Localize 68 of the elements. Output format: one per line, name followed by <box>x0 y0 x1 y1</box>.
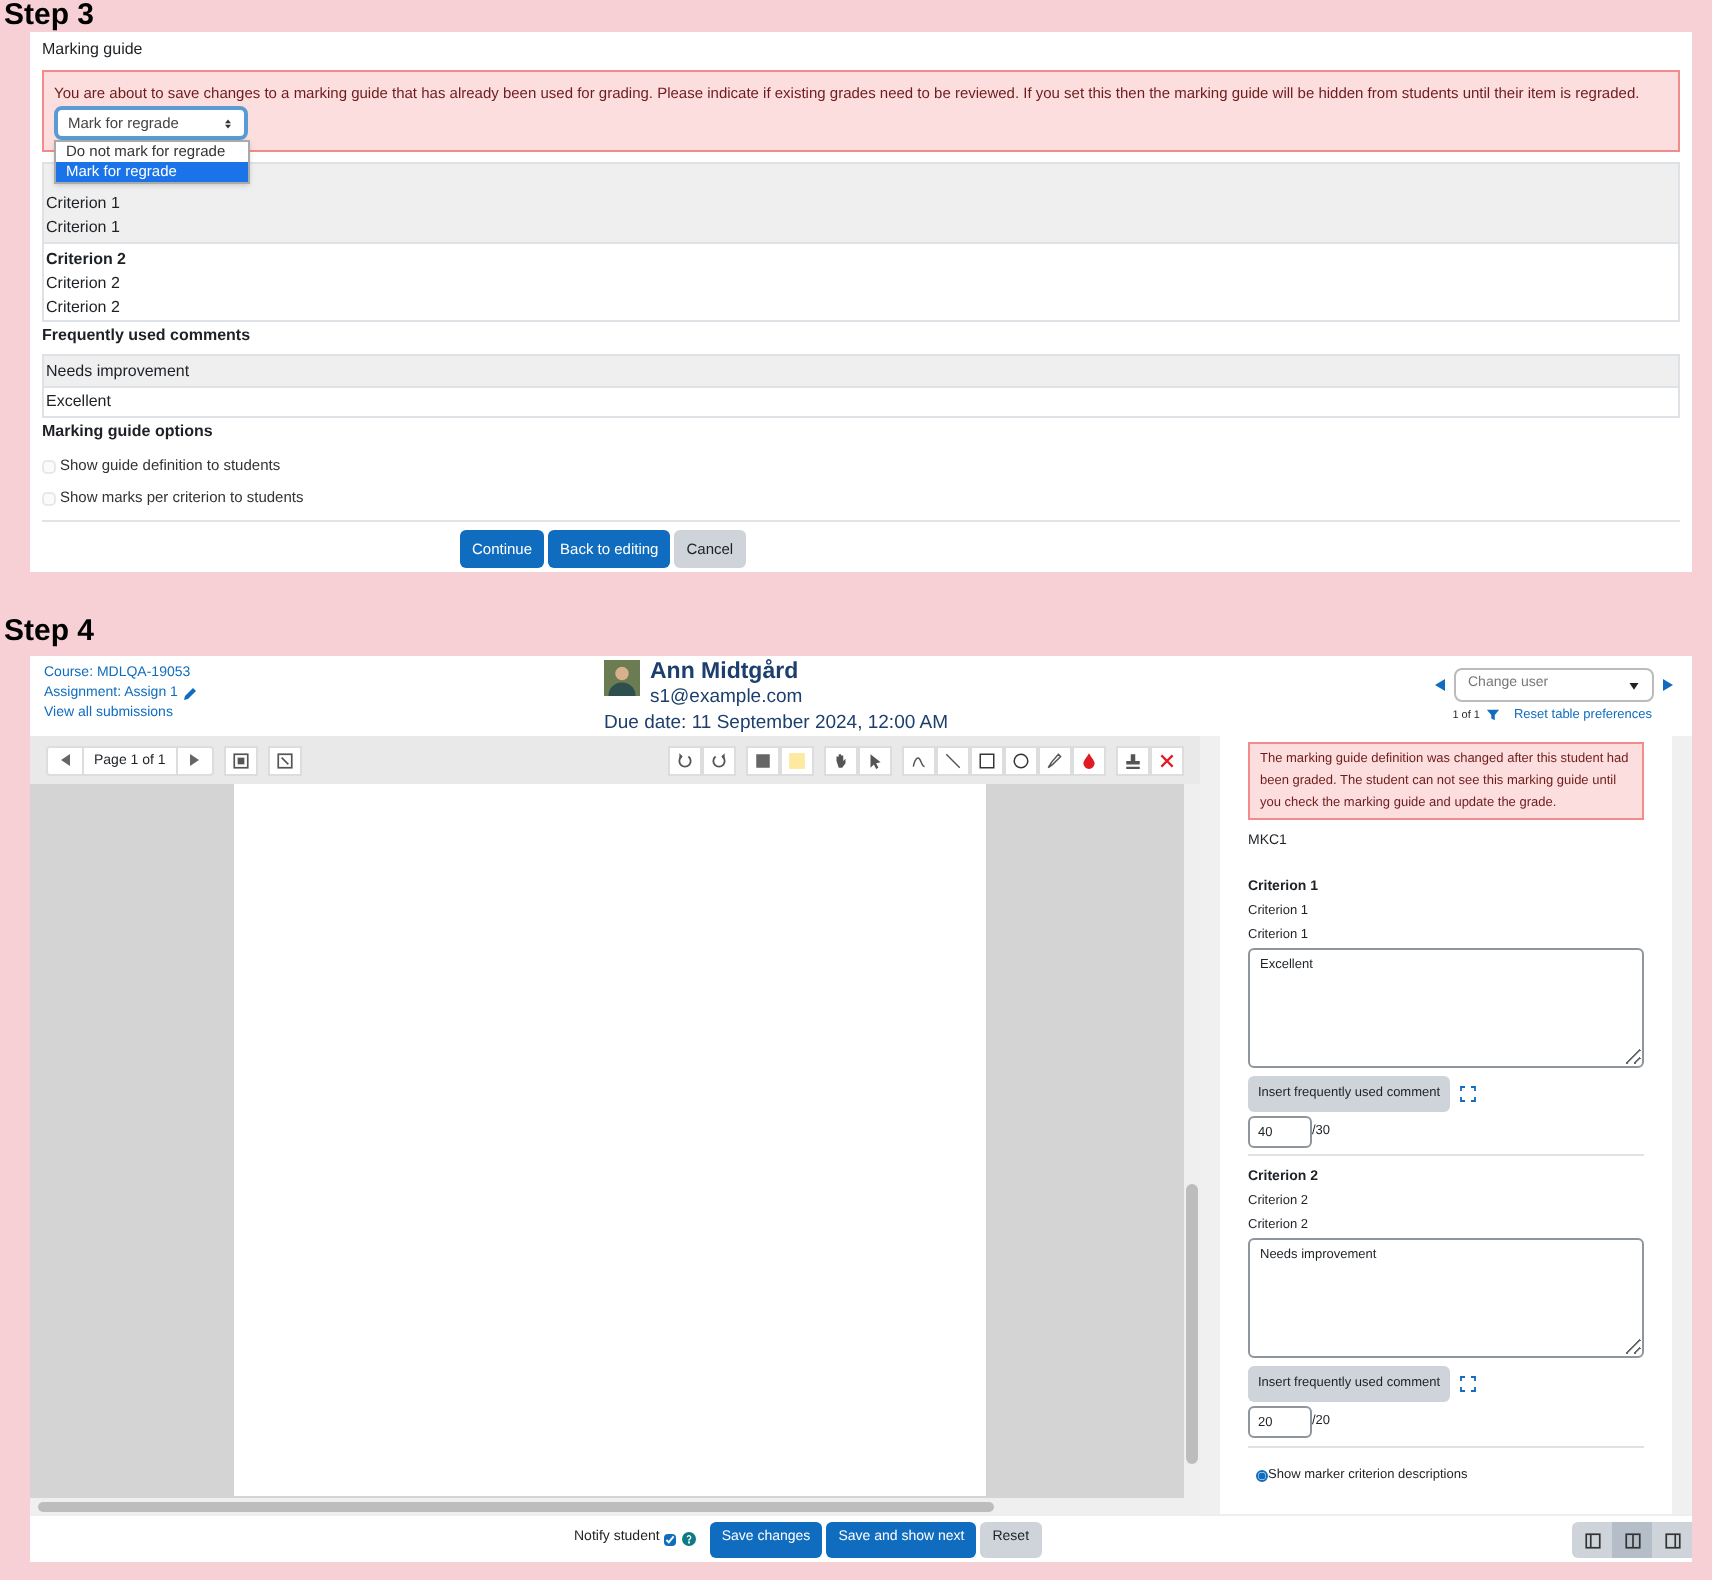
avatar-icon <box>604 660 640 696</box>
select-tool-button[interactable] <box>858 745 892 775</box>
drop-icon <box>1080 751 1098 769</box>
rectangle-tool-button[interactable] <box>970 745 1004 775</box>
rotate-left-button[interactable] <box>668 745 702 775</box>
line-icon <box>944 751 962 769</box>
pointer-icon <box>866 751 884 769</box>
next-icon <box>186 752 203 768</box>
due-date: Due date: 11 September 2024, 12:00 AM <box>604 712 950 734</box>
criterion-text: Criterion 2 <box>46 272 122 296</box>
criterion-text: Criterion 1 <box>46 192 122 216</box>
next-user-icon[interactable] <box>1660 676 1676 694</box>
student-name[interactable]: Ann Midtgård <box>650 660 803 686</box>
help-icon[interactable] <box>681 1532 696 1546</box>
left-panel-icon <box>1583 1531 1601 1549</box>
expand-icon[interactable] <box>1460 1376 1477 1392</box>
ink-color-button[interactable] <box>1072 745 1106 775</box>
hand-tool-button[interactable] <box>824 745 858 775</box>
previous-icon <box>57 752 73 768</box>
previous-user-icon[interactable] <box>1432 676 1448 694</box>
section-heading: Marking guide options <box>42 422 215 442</box>
section-heading: Frequently used comments <box>42 326 253 346</box>
criterion-text: Criterion 1 <box>46 216 122 240</box>
pen-icon <box>1046 751 1064 769</box>
layout-button[interactable] <box>1612 1522 1652 1558</box>
comment-text: Needs improvement <box>46 359 190 383</box>
descriptions-radio[interactable] <box>1256 1469 1268 1482</box>
stamp-button[interactable] <box>1116 745 1150 775</box>
comment-button[interactable] <box>746 745 780 775</box>
expand-icon[interactable] <box>1460 1086 1477 1102</box>
filter-icon[interactable] <box>1485 708 1500 723</box>
step-heading: Step 3 <box>4 0 97 32</box>
rotate-right-button[interactable] <box>702 745 736 775</box>
page-search-button[interactable] <box>223 745 258 775</box>
section-title: Marking guide <box>42 40 145 60</box>
criterion-title: Criterion 2 <box>46 248 129 272</box>
comment-text: Excellent <box>46 390 111 414</box>
stamp-icon <box>1124 751 1142 769</box>
resize-icon <box>275 751 294 769</box>
rotate-right-icon <box>710 751 728 769</box>
dropdown-caret-icon <box>1628 679 1640 691</box>
comment-icon <box>754 751 772 769</box>
oval-tool-button[interactable] <box>1004 745 1038 775</box>
criterion-text: Criterion 2 <box>46 296 122 320</box>
step-heading: Step 4 <box>4 616 97 648</box>
square-icon <box>788 751 806 769</box>
student-email: s1@example.com <box>650 686 803 710</box>
sort-caret-icon <box>222 115 234 131</box>
expand-button[interactable] <box>267 745 302 775</box>
highlighter-tool-button[interactable] <box>1038 745 1072 775</box>
circle-icon <box>1012 751 1030 769</box>
page-icon <box>231 751 250 769</box>
hand-icon <box>832 751 850 769</box>
close-icon <box>1158 751 1176 769</box>
two-column-icon <box>1623 1531 1641 1549</box>
notify-checkbox[interactable] <box>663 1533 676 1545</box>
layout-button[interactable] <box>1652 1522 1692 1558</box>
scribble-icon <box>910 751 928 769</box>
delete-button[interactable] <box>1150 745 1184 775</box>
stamp-tool-button[interactable] <box>902 745 936 775</box>
pencil-icon[interactable] <box>181 686 198 702</box>
rotate-left-icon <box>676 751 694 769</box>
right-panel-icon <box>1663 1531 1681 1549</box>
vertical-scrollbar[interactable] <box>1184 784 1200 1514</box>
layout-button[interactable] <box>1572 1522 1612 1558</box>
horizontal-scrollbar[interactable] <box>30 1498 1184 1514</box>
rectangle-icon <box>978 751 996 769</box>
highlight-color-button[interactable] <box>780 745 814 775</box>
